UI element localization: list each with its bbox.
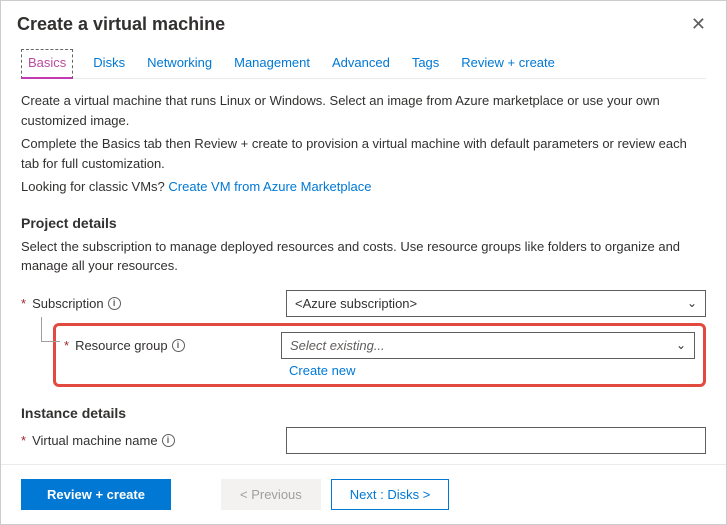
vm-name-input[interactable] — [286, 427, 706, 454]
chevron-down-icon: ⌄ — [687, 296, 697, 310]
vm-name-row: * Virtual machine name i — [21, 427, 706, 454]
tab-management[interactable]: Management — [232, 49, 312, 78]
close-icon[interactable]: ✕ — [687, 11, 710, 37]
footer-bar: Review + create < Previous Next : Disks … — [1, 464, 726, 524]
tab-networking[interactable]: Networking — [145, 49, 214, 78]
content-scroll: Basics Disks Networking Management Advan… — [1, 43, 726, 464]
required-icon: * — [21, 433, 26, 448]
subscription-value: <Azure subscription> — [295, 296, 417, 311]
resource-group-highlight: * Resource group i Select existing... ⌄ … — [53, 323, 706, 387]
subscription-select[interactable]: <Azure subscription> ⌄ — [286, 290, 706, 317]
resource-group-select[interactable]: Select existing... ⌄ — [281, 332, 695, 359]
instance-details-heading: Instance details — [21, 405, 706, 421]
project-details-heading: Project details — [21, 215, 706, 231]
required-icon: * — [21, 296, 26, 311]
info-icon[interactable]: i — [108, 297, 121, 310]
page-title: Create a virtual machine — [17, 14, 225, 35]
marketplace-link[interactable]: Create VM from Azure Marketplace — [168, 179, 371, 194]
tab-basics[interactable]: Basics — [21, 49, 73, 79]
intro-text-3: Looking for classic VMs? Create VM from … — [21, 177, 706, 197]
tab-bar: Basics Disks Networking Management Advan… — [21, 49, 706, 79]
intro-prefix: Looking for classic VMs? — [21, 179, 168, 194]
required-icon: * — [64, 338, 69, 353]
create-new-link[interactable]: Create new — [289, 363, 355, 378]
tab-disks[interactable]: Disks — [91, 49, 127, 78]
tab-advanced[interactable]: Advanced — [330, 49, 392, 78]
subscription-label: * Subscription i — [21, 296, 286, 311]
resource-group-label: * Resource group i — [56, 338, 281, 353]
info-icon[interactable]: i — [172, 339, 185, 352]
resource-group-placeholder: Select existing... — [290, 338, 385, 353]
resource-group-row: * Resource group i Select existing... ⌄ — [56, 332, 695, 359]
tab-review-create[interactable]: Review + create — [459, 49, 557, 78]
tab-tags[interactable]: Tags — [410, 49, 441, 78]
intro-text-1: Create a virtual machine that runs Linux… — [21, 91, 706, 130]
project-details-desc: Select the subscription to manage deploy… — [21, 237, 706, 276]
chevron-down-icon: ⌄ — [676, 338, 686, 352]
intro-text-2: Complete the Basics tab then Review + cr… — [21, 134, 706, 173]
next-button[interactable]: Next : Disks > — [331, 479, 450, 510]
subscription-row: * Subscription i <Azure subscription> ⌄ — [21, 290, 706, 317]
vm-name-label: * Virtual machine name i — [21, 433, 286, 448]
panel-header: Create a virtual machine ✕ — [1, 1, 726, 45]
review-create-button[interactable]: Review + create — [21, 479, 171, 510]
previous-button: < Previous — [221, 479, 321, 510]
info-icon[interactable]: i — [162, 434, 175, 447]
